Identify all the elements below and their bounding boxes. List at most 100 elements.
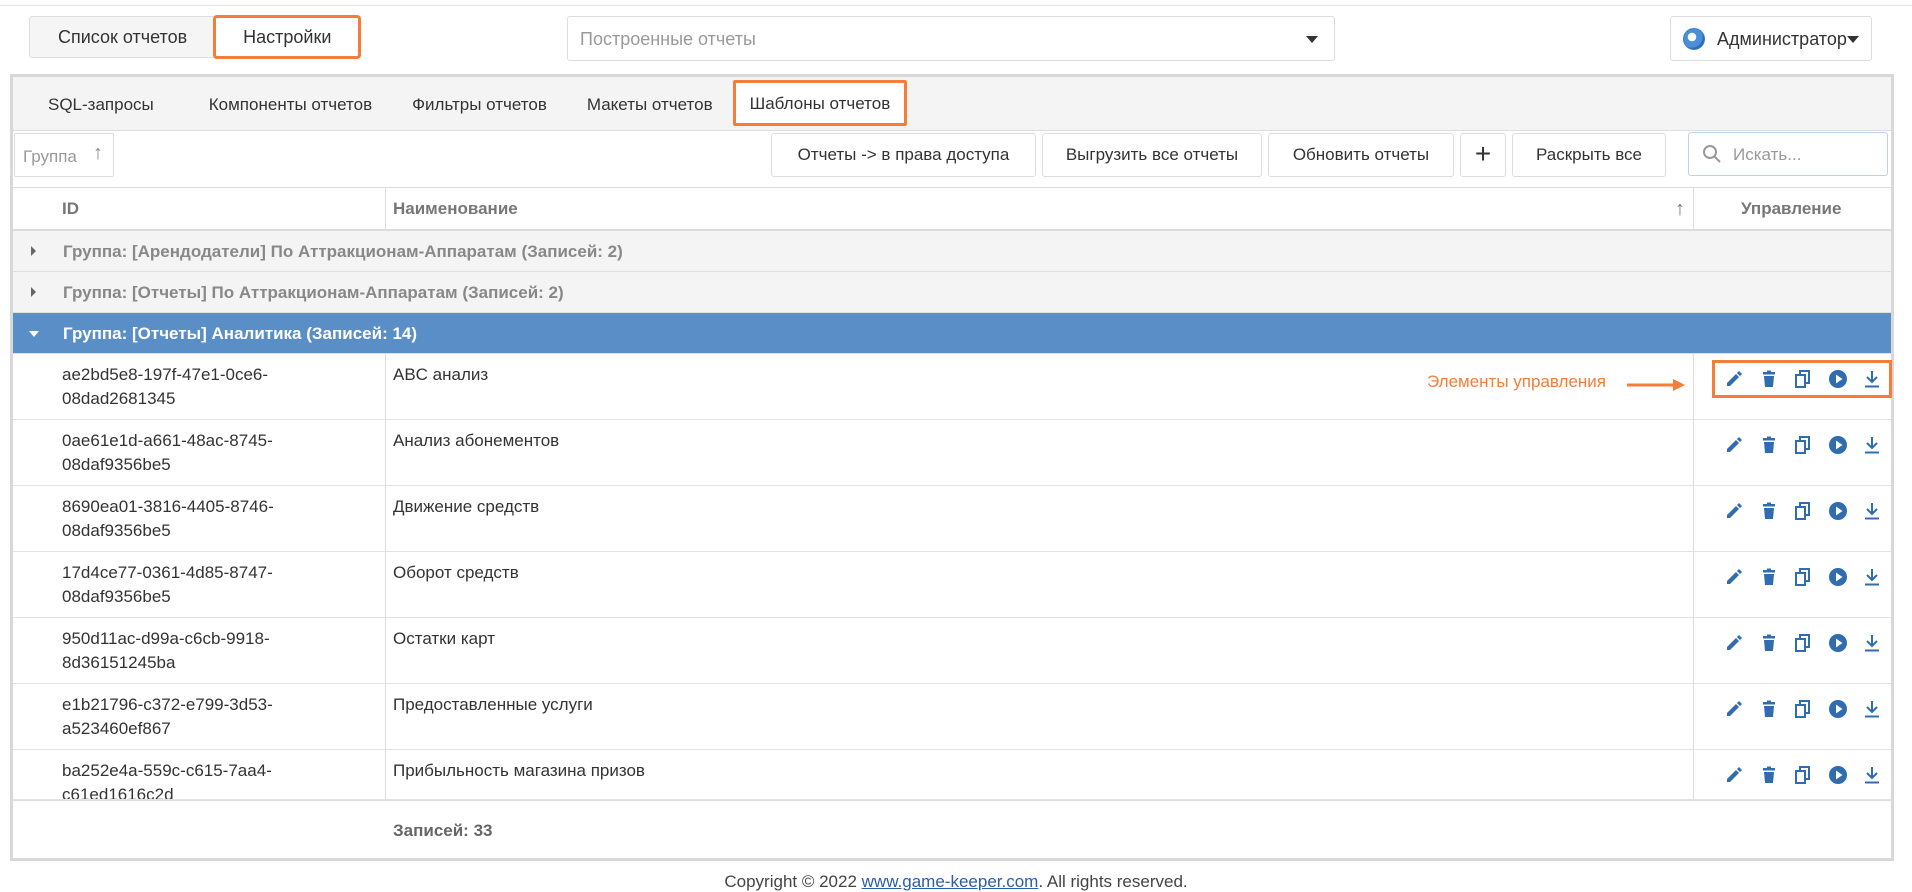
- group-row[interactable]: Группа: [Отчеты] По Аттракционам-Аппарат…: [13, 272, 1891, 313]
- settings-panel: SQL-запросы Компоненты отчетов Фильтры о…: [10, 74, 1894, 861]
- search-box[interactable]: [1688, 132, 1888, 176]
- row-actions: [1713, 427, 1891, 463]
- download-icon[interactable]: [1861, 764, 1883, 786]
- copy-icon[interactable]: [1792, 566, 1814, 588]
- search-input[interactable]: [1733, 143, 1883, 167]
- row-name: ABC анализ: [393, 365, 489, 384]
- reports-to-access-rights-button[interactable]: Отчеты -> в права доступа: [771, 133, 1036, 177]
- tab-report-filters[interactable]: Фильтры отчетов: [392, 77, 567, 130]
- tab-report-templates[interactable]: Шаблоны отчетов: [732, 80, 908, 126]
- built-reports-placeholder: Построенные отчеты: [580, 29, 756, 49]
- edit-icon[interactable]: [1723, 566, 1745, 588]
- row-name: Предоставленные услуги: [393, 695, 593, 714]
- trash-icon[interactable]: [1758, 632, 1780, 654]
- download-icon[interactable]: [1861, 368, 1883, 390]
- play-icon[interactable]: [1827, 566, 1849, 588]
- row-id-line: c61ed1616c2d: [62, 785, 174, 800]
- row-id: ba252e4a-559c-c615-7aa4- c61ed1616c2d: [62, 759, 312, 800]
- trash-icon[interactable]: [1758, 764, 1780, 786]
- table-row[interactable]: ae2bd5e8-197f-47e1-0ce6- 08dad2681345 ABC …: [13, 354, 1892, 420]
- grid-toolbar: Группа ↑ Отчеты -> в права доступа Выгру…: [13, 130, 1891, 188]
- download-icon[interactable]: [1861, 434, 1883, 456]
- play-icon[interactable]: [1827, 500, 1849, 522]
- play-icon[interactable]: [1827, 764, 1849, 786]
- row-name: Оборот средств: [393, 563, 519, 582]
- top-tabs: Список отчетов Настройки: [29, 15, 362, 59]
- edit-icon[interactable]: [1723, 698, 1745, 720]
- export-all-reports-button[interactable]: Выгрузить все отчеты: [1042, 133, 1262, 177]
- group-row-selected[interactable]: Группа: [Отчеты] Аналитика (Записей: 14): [13, 313, 1891, 354]
- user-menu-button[interactable]: Администратор: [1670, 16, 1872, 61]
- annotation-arrow-icon: [1627, 379, 1685, 391]
- column-header-name[interactable]: Наименование: [393, 188, 518, 229]
- copy-icon[interactable]: [1792, 500, 1814, 522]
- row-id-line: 17d4ce77-0361-4d85-8747-: [62, 563, 273, 582]
- tab-report-components[interactable]: Компоненты отчетов: [189, 77, 392, 130]
- chevron-down-icon: [1306, 36, 1318, 43]
- grid-footer: Записей: 33: [13, 800, 1891, 858]
- table-row[interactable]: e1b21796-c372-e799-3d53- a523460ef867 Пред…: [13, 684, 1891, 750]
- play-icon[interactable]: [1827, 434, 1849, 456]
- row-name: Остатки карт: [393, 629, 495, 648]
- site-link[interactable]: www.game-keeper.com: [862, 872, 1039, 891]
- edit-icon[interactable]: [1723, 434, 1745, 456]
- tab-report-layouts[interactable]: Макеты отчетов: [567, 77, 733, 130]
- play-icon[interactable]: [1827, 632, 1849, 654]
- row-actions: [1713, 625, 1891, 661]
- table-row[interactable]: 0ae61e1d-a661-48ac-8745- 08daf9356be5 Анал…: [13, 420, 1891, 486]
- user-name: Администратор: [1717, 29, 1847, 49]
- tab-settings[interactable]: Настройки: [213, 15, 362, 59]
- edit-icon[interactable]: [1723, 632, 1745, 654]
- copy-icon[interactable]: [1792, 434, 1814, 456]
- row-name: Прибыльность магазина призов: [393, 761, 645, 780]
- trash-icon[interactable]: [1758, 368, 1780, 390]
- controls-annotation: Элементы управления: [1427, 372, 1607, 391]
- download-icon[interactable]: [1861, 566, 1883, 588]
- download-icon[interactable]: [1861, 698, 1883, 720]
- column-divider: [385, 354, 386, 800]
- row-id-line: 08daf9356be5: [62, 455, 171, 474]
- expand-arrow-icon: [31, 287, 36, 297]
- user-avatar-icon: [1683, 28, 1705, 50]
- table-row[interactable]: 17d4ce77-0361-4d85-8747- 08daf9356be5 Обор…: [13, 552, 1891, 618]
- group-by-chip[interactable]: Группа ↑: [14, 133, 114, 177]
- refresh-reports-button[interactable]: Обновить отчеты: [1268, 133, 1454, 177]
- row-id-line: 08daf9356be5: [62, 521, 171, 540]
- trash-icon[interactable]: [1758, 698, 1780, 720]
- row-actions: [1713, 757, 1891, 793]
- copy-icon[interactable]: [1792, 632, 1814, 654]
- row-id: 0ae61e1d-a661-48ac-8745- 08daf9356be5: [62, 429, 312, 477]
- play-icon[interactable]: [1827, 698, 1849, 720]
- edit-icon[interactable]: [1723, 764, 1745, 786]
- row-id-line: 08dad2681345: [62, 389, 176, 408]
- trash-icon[interactable]: [1758, 434, 1780, 456]
- table-row[interactable]: 950d11ac-d99a-c6cb-9918- 8d36151245ba Оста…: [13, 618, 1891, 684]
- grid-header: ID Наименование ↑ Управление: [13, 188, 1891, 231]
- records-count: Записей: 33: [393, 821, 493, 840]
- built-reports-select[interactable]: Построенные отчеты: [567, 16, 1335, 61]
- sort-up-icon[interactable]: ↑: [1675, 188, 1685, 229]
- edit-icon[interactable]: [1723, 368, 1745, 390]
- row-actions: [1713, 493, 1891, 529]
- copy-icon[interactable]: [1792, 698, 1814, 720]
- add-button[interactable]: +: [1460, 133, 1506, 177]
- table-row[interactable]: 8690ea01-3816-4405-8746- 08daf9356be5 Движ…: [13, 486, 1891, 552]
- sub-tabs: SQL-запросы Компоненты отчетов Фильтры о…: [13, 77, 908, 130]
- play-icon[interactable]: [1827, 368, 1849, 390]
- download-icon[interactable]: [1861, 632, 1883, 654]
- tab-sql-queries[interactable]: SQL-запросы: [13, 77, 189, 130]
- copyright-suffix: . All rights reserved.: [1038, 872, 1188, 891]
- copy-icon[interactable]: [1792, 368, 1814, 390]
- table-row[interactable]: ba252e4a-559c-c615-7aa4- c61ed1616c2d Приб…: [13, 750, 1891, 800]
- download-icon[interactable]: [1861, 500, 1883, 522]
- row-id-line: 08daf9356be5: [62, 587, 171, 606]
- trash-icon[interactable]: [1758, 500, 1780, 522]
- trash-icon[interactable]: [1758, 566, 1780, 588]
- column-header-id[interactable]: ID: [62, 188, 79, 229]
- expand-all-button[interactable]: Раскрыть все: [1512, 133, 1666, 177]
- group-row[interactable]: Группа: [Арендодатели] По Аттракционам-А…: [13, 231, 1891, 272]
- tab-reports-list[interactable]: Список отчетов: [30, 17, 215, 57]
- edit-icon[interactable]: [1723, 500, 1745, 522]
- copy-icon[interactable]: [1792, 764, 1814, 786]
- expand-arrow-icon: [31, 246, 36, 256]
